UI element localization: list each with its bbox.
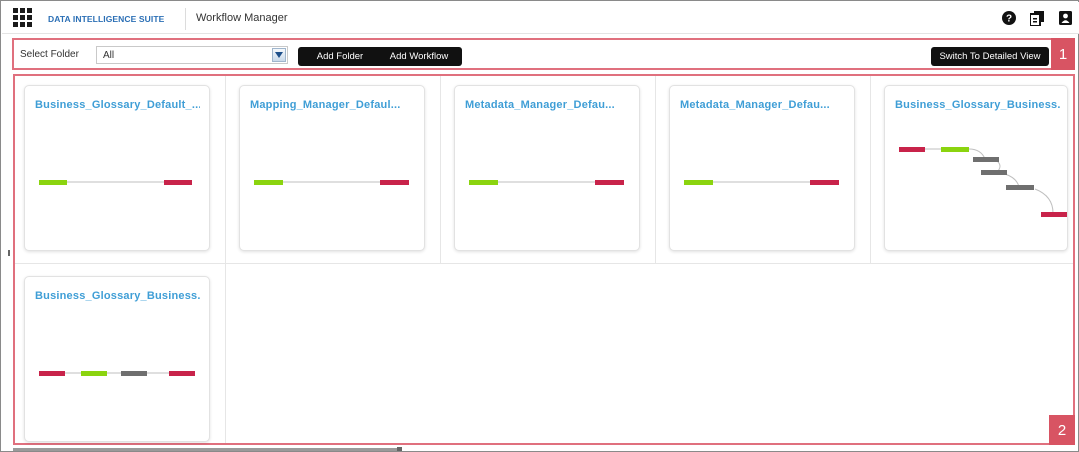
add-folder-button[interactable]: Add Folder <box>298 47 382 66</box>
bottom-resize-handle[interactable] <box>397 447 402 451</box>
end-node <box>164 180 192 185</box>
help-icon[interactable]: ? <box>1001 10 1017 26</box>
header-icons: ? <box>1001 10 1073 26</box>
start-node <box>39 371 65 376</box>
toolbar: Select Folder All Add Folder Add Workflo… <box>12 38 1075 70</box>
workflow-thumbnail <box>39 180 192 185</box>
end-node <box>1041 212 1067 217</box>
workflow-thumbnail <box>899 147 1067 217</box>
suite-name: DATA INTELLIGENCE SUITE <box>48 14 165 24</box>
user-icon[interactable] <box>1057 10 1073 26</box>
header-divider <box>185 8 186 30</box>
left-resize-handle[interactable] <box>8 250 10 256</box>
folder-select[interactable]: All <box>96 46 288 64</box>
chevron-down-icon[interactable] <box>272 48 286 62</box>
workflow-thumbnail <box>39 371 195 376</box>
start-node <box>39 180 67 185</box>
workflow-card[interactable]: Business_Glossary_Business... <box>884 85 1068 251</box>
app-header: DATA INTELLIGENCE SUITE Workflow Manager… <box>2 2 1079 34</box>
workflow-thumbnail <box>469 180 624 185</box>
select-folder-label: Select Folder <box>20 49 79 60</box>
workflow-card[interactable]: Business_Glossary_Business... <box>24 276 210 442</box>
start-node <box>684 180 713 185</box>
workflow-node <box>81 371 107 376</box>
workflow-node <box>121 371 147 376</box>
start-node <box>254 180 283 185</box>
app-window: DATA INTELLIGENCE SUITE Workflow Manager… <box>0 0 1079 452</box>
workflow-card[interactable]: Mapping_Manager_Defaul... <box>239 85 425 251</box>
workflow-thumbnail <box>684 180 839 185</box>
workflow-card[interactable]: Metadata_Manager_Defau... <box>669 85 855 251</box>
start-node <box>469 180 498 185</box>
add-workflow-button[interactable]: Add Workflow <box>376 47 462 66</box>
end-node <box>380 180 409 185</box>
callout-badge-1: 1 <box>1051 38 1075 70</box>
start-node <box>899 147 925 152</box>
end-node <box>595 180 624 185</box>
workflow-node <box>941 147 969 152</box>
workflow-card[interactable]: Metadata_Manager_Defau... <box>454 85 640 251</box>
end-node <box>169 371 195 376</box>
apps-grid-icon[interactable] <box>13 8 33 28</box>
docs-icon[interactable] <box>1029 10 1045 26</box>
svg-text:?: ? <box>1006 14 1012 25</box>
workflow-node <box>981 170 1007 175</box>
folder-select-value: All <box>103 50 115 61</box>
switch-view-button[interactable]: Switch To Detailed View <box>931 47 1049 66</box>
end-node <box>810 180 839 185</box>
workflow-thumbnail <box>254 180 409 185</box>
workflow-grid: Business_Glossary_Default_... Mapping_Ma… <box>13 74 1075 445</box>
callout-badge-2: 2 <box>1049 415 1075 445</box>
workflow-card[interactable]: Business_Glossary_Default_... <box>24 85 210 251</box>
horizontal-scrollbar[interactable] <box>13 448 397 451</box>
app-title: Workflow Manager <box>196 12 288 24</box>
workflow-node <box>973 157 999 162</box>
workflow-node <box>1006 185 1034 190</box>
